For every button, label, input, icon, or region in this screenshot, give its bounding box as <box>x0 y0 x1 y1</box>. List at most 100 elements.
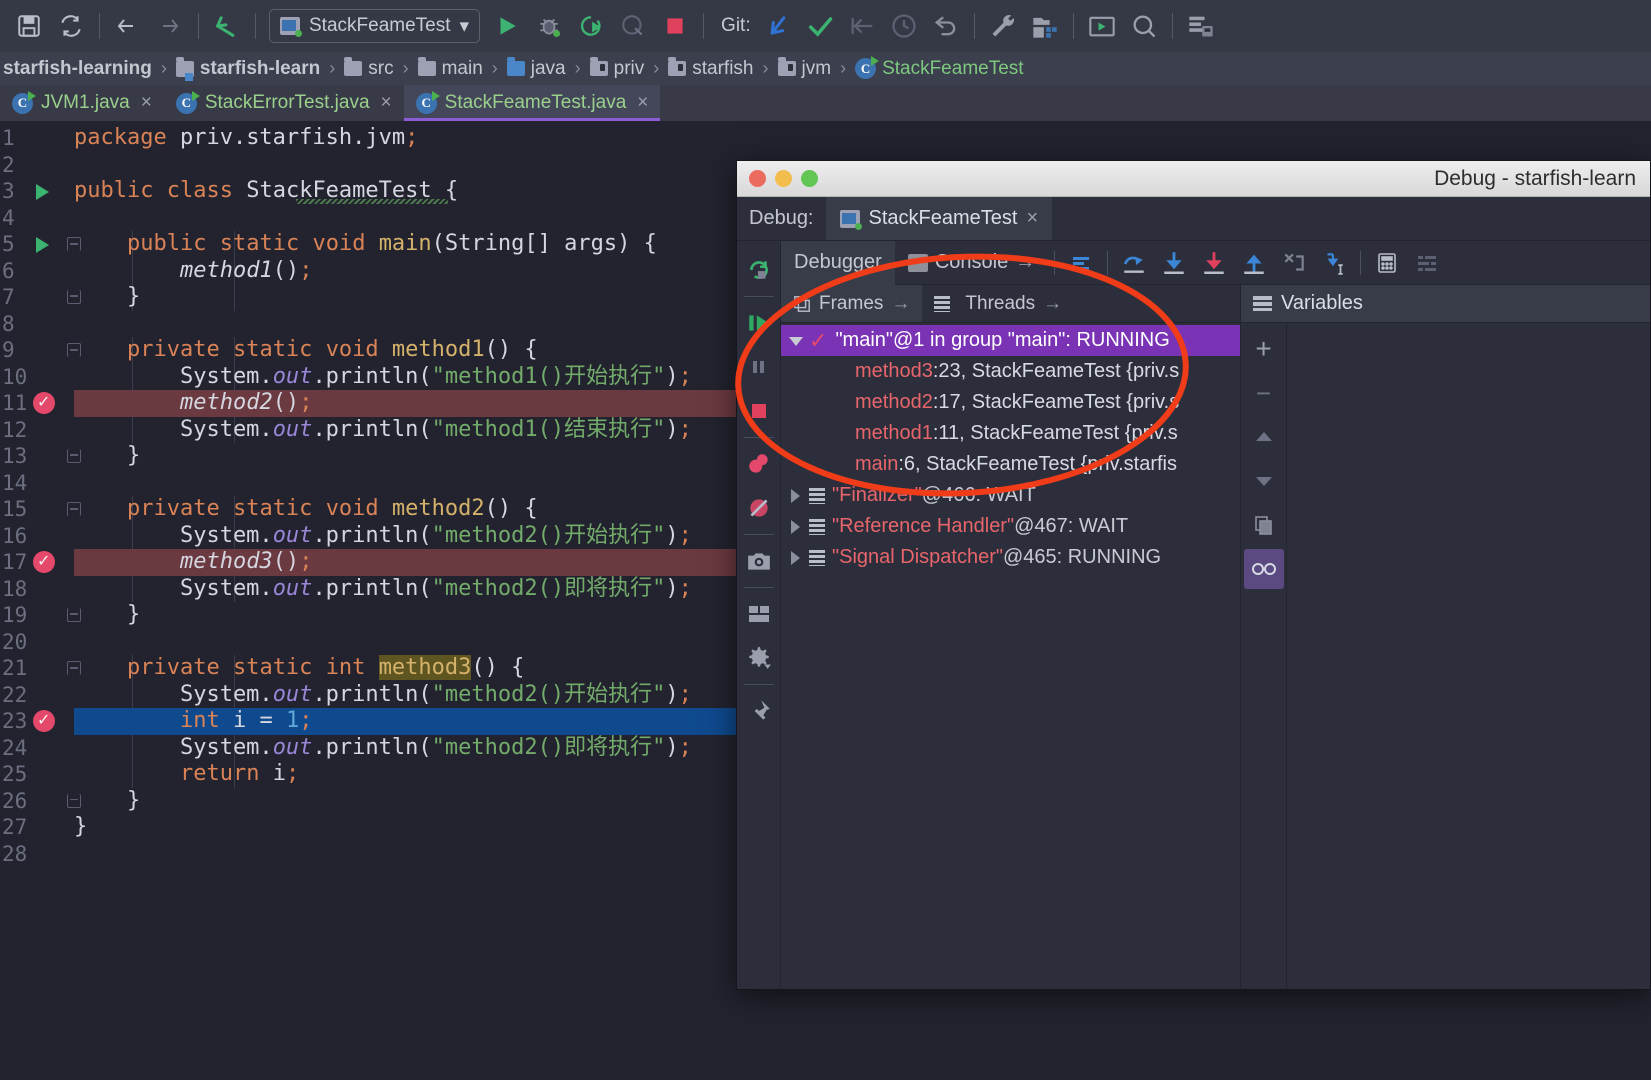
search-icon[interactable] <box>1123 6 1165 46</box>
breadcrumb-item-class[interactable]: C StackFeameTest <box>852 58 1027 80</box>
run-with-coverage-icon[interactable] <box>570 6 612 46</box>
run-gutter-icon[interactable] <box>36 237 49 253</box>
thread-row[interactable]: "Reference Handler"@467: WAIT <box>781 511 1240 542</box>
thread-row[interactable]: "Finalizer"@466: WAIT <box>781 480 1240 511</box>
close-icon[interactable]: × <box>381 92 392 114</box>
copy-icon[interactable] <box>1244 505 1284 545</box>
editor-tab-stackfeametest[interactable]: C StackFeameTest.java × <box>404 85 661 121</box>
settings-list-icon[interactable] <box>1407 241 1447 285</box>
force-step-into-icon[interactable] <box>1194 241 1234 285</box>
add-watch-icon[interactable]: + <box>1244 329 1284 369</box>
breadcrumb-item-java[interactable]: java <box>504 58 569 80</box>
arrow-right-icon[interactable]: → <box>1043 293 1062 315</box>
editor-tab-stackerrortest[interactable]: C StackErrorTest.java × <box>164 85 404 121</box>
breadcrumb-item-main[interactable]: main <box>415 58 486 80</box>
move-down-icon[interactable] <box>1244 461 1284 501</box>
step-into-icon[interactable] <box>1154 241 1194 285</box>
remove-watch-icon[interactable]: − <box>1244 373 1284 413</box>
close-icon[interactable]: × <box>637 92 648 114</box>
chevron-down-icon[interactable]: ▾ <box>460 15 470 38</box>
tab-console[interactable]: Console → <box>895 241 1048 285</box>
show-execution-point-icon[interactable] <box>1061 241 1101 285</box>
step-out-icon[interactable] <box>1234 241 1274 285</box>
variables-content[interactable] <box>1287 323 1650 989</box>
breakpoint-check-icon: ✓ <box>37 551 50 571</box>
debug-session-tab[interactable]: StackFeameTest × <box>826 197 1053 240</box>
editor-tab-jvm1[interactable]: C JVM1.java × <box>0 85 164 121</box>
drop-frame-icon[interactable] <box>1274 241 1314 285</box>
resume-program-icon[interactable] <box>739 301 779 345</box>
git-update-project-icon[interactable] <box>757 6 799 46</box>
git-push-icon[interactable] <box>841 6 883 46</box>
run-icon[interactable] <box>486 6 528 46</box>
close-icon[interactable]: × <box>141 92 152 114</box>
arrow-right-icon[interactable]: → <box>891 293 910 315</box>
expand-toggle-icon[interactable] <box>787 518 805 536</box>
breakpoint-icon[interactable]: ✓ <box>33 710 55 732</box>
pause-program-icon[interactable] <box>739 345 779 389</box>
move-up-icon[interactable] <box>1244 417 1284 457</box>
settings-gear-icon[interactable] <box>739 636 779 680</box>
database-icon[interactable] <box>1180 6 1222 46</box>
code-line[interactable]: package priv.starfish.jvm; <box>74 125 1651 152</box>
expand-toggle-icon[interactable] <box>787 487 805 505</box>
stack-frame-row[interactable]: method1:11, StackFeameTest {priv.s <box>781 418 1240 449</box>
tab-debugger[interactable]: Debugger <box>781 241 895 285</box>
git-rollback-icon[interactable] <box>925 6 967 46</box>
thread-row[interactable]: ✓"main"@1 in group "main": RUNNING <box>781 325 1240 356</box>
breadcrumb-item-project[interactable]: starfish-learning <box>0 58 155 80</box>
debug-window-titlebar[interactable]: Debug - starfish-learn <box>737 161 1650 197</box>
step-over-icon[interactable] <box>1114 241 1154 285</box>
toolbar-separator <box>255 13 256 39</box>
sync-icon[interactable] <box>50 6 92 46</box>
divider <box>744 534 774 535</box>
chevron-right-icon[interactable]: → <box>1015 251 1035 274</box>
debug-icon[interactable] <box>528 6 570 46</box>
rerun-icon[interactable] <box>739 248 779 292</box>
breadcrumb-item-src[interactable]: src <box>341 58 396 80</box>
project-structure-icon[interactable] <box>1024 6 1066 46</box>
git-commit-icon[interactable] <box>799 6 841 46</box>
run-to-cursor-icon[interactable] <box>1314 241 1354 285</box>
run-gutter-icon[interactable] <box>36 184 49 200</box>
tab-threads[interactable]: Threads → <box>922 285 1074 322</box>
stack-frame-row[interactable]: main:6, StackFeameTest {priv.starfis <box>781 449 1240 480</box>
save-icon[interactable] <box>8 6 50 46</box>
expand-toggle-icon[interactable] <box>787 549 805 567</box>
settings-wrench-icon[interactable] <box>982 6 1024 46</box>
debug-main-area: Debugger Console → <box>781 241 1650 989</box>
toolbar-separator <box>703 13 704 39</box>
close-icon[interactable]: × <box>1026 207 1038 230</box>
get-thread-dump-icon[interactable] <box>739 539 779 583</box>
breadcrumb-item-jvm[interactable]: jvm <box>775 58 835 80</box>
stop-icon[interactable] <box>654 6 696 46</box>
restore-layout-icon[interactable] <box>739 592 779 636</box>
stack-frame-row[interactable]: method3:23, StackFeameTest {priv.s <box>781 356 1240 387</box>
pin-tab-icon[interactable] <box>739 689 779 733</box>
stack-frame-row[interactable]: method2:17, StackFeameTest {priv.s <box>781 387 1240 418</box>
view-breakpoints-icon[interactable] <box>739 442 779 486</box>
run-configuration-selector[interactable]: StackFeameTest ▾ <box>269 9 480 43</box>
thread-tree[interactable]: ✓"main"@1 in group "main": RUNNINGmethod… <box>781 323 1240 989</box>
breakpoint-icon[interactable]: ✓ <box>33 392 55 414</box>
editor-tab-label: JVM1.java <box>41 92 130 114</box>
tab-frames[interactable]: Frames → <box>781 285 922 322</box>
profile-icon[interactable] <box>612 6 654 46</box>
breadcrumb-item-priv[interactable]: priv <box>587 58 648 80</box>
thread-row[interactable]: "Signal Dispatcher"@465: RUNNING <box>781 542 1240 573</box>
git-history-icon[interactable] <box>883 6 925 46</box>
mute-breakpoints-icon[interactable] <box>739 486 779 530</box>
revert-icon[interactable] <box>206 6 248 46</box>
breadcrumb-item-module[interactable]: starfish-learn <box>173 58 323 80</box>
expand-toggle-icon[interactable] <box>787 332 805 350</box>
terminal-icon[interactable] <box>1081 6 1123 46</box>
evaluate-expression-icon[interactable] <box>1367 241 1407 285</box>
inline-watches-icon[interactable] <box>1244 549 1284 589</box>
breadcrumb-item-starfish[interactable]: starfish <box>665 58 756 80</box>
breakpoint-icon[interactable]: ✓ <box>33 551 55 573</box>
forward-icon[interactable] <box>149 6 191 46</box>
editor-gutter[interactable]: 1234567891011121314151617181920212223242… <box>0 121 74 1080</box>
back-icon[interactable] <box>107 6 149 46</box>
debug-window[interactable]: Debug - starfish-learn Debug: StackFeame… <box>736 160 1651 990</box>
stop-icon[interactable] <box>739 389 779 433</box>
